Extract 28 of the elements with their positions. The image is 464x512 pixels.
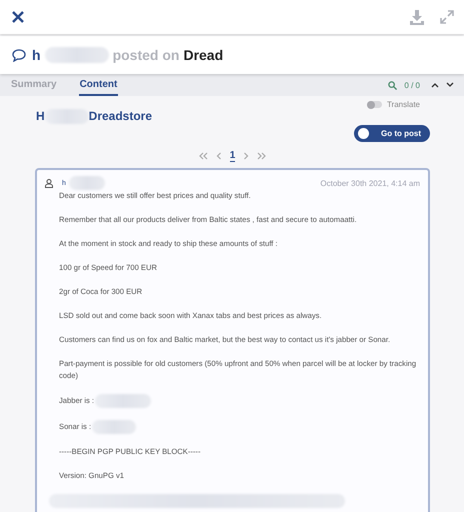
expand-icon[interactable]	[440, 10, 454, 24]
posted-on-label: posted on	[112, 47, 180, 63]
store-name: Dreadstore	[88, 109, 152, 123]
download-icon[interactable]	[410, 10, 424, 24]
close-icon[interactable]	[12, 11, 24, 23]
user-icon	[45, 178, 53, 188]
author-name: h	[32, 47, 41, 63]
store-name: H	[36, 109, 45, 123]
site-name: Dread	[183, 47, 224, 63]
chevron-down-icon[interactable]	[446, 82, 454, 88]
match-count: 0 / 0	[404, 80, 420, 90]
page-number[interactable]: 1	[230, 150, 236, 162]
redacted-text	[92, 420, 136, 434]
chevron-up-icon[interactable]	[431, 82, 439, 88]
speech-bubble-icon	[12, 48, 26, 62]
previous-page-icon[interactable]	[216, 152, 222, 160]
last-page-icon[interactable]	[257, 152, 268, 160]
redacted-text	[44, 47, 109, 63]
post-date: October 30th 2021, 4:14 am	[320, 178, 420, 188]
redacted-text	[68, 176, 105, 190]
translate-toggle[interactable]	[366, 101, 382, 108]
redacted-text	[95, 394, 152, 408]
translate-label: Translate	[386, 100, 420, 109]
first-page-icon[interactable]	[198, 152, 208, 160]
tab[interactable]: Content	[78, 79, 118, 96]
search-icon[interactable]	[388, 80, 398, 90]
next-page-icon[interactable]	[243, 152, 250, 160]
go-to-post-button[interactable]: Go to post	[354, 125, 430, 142]
